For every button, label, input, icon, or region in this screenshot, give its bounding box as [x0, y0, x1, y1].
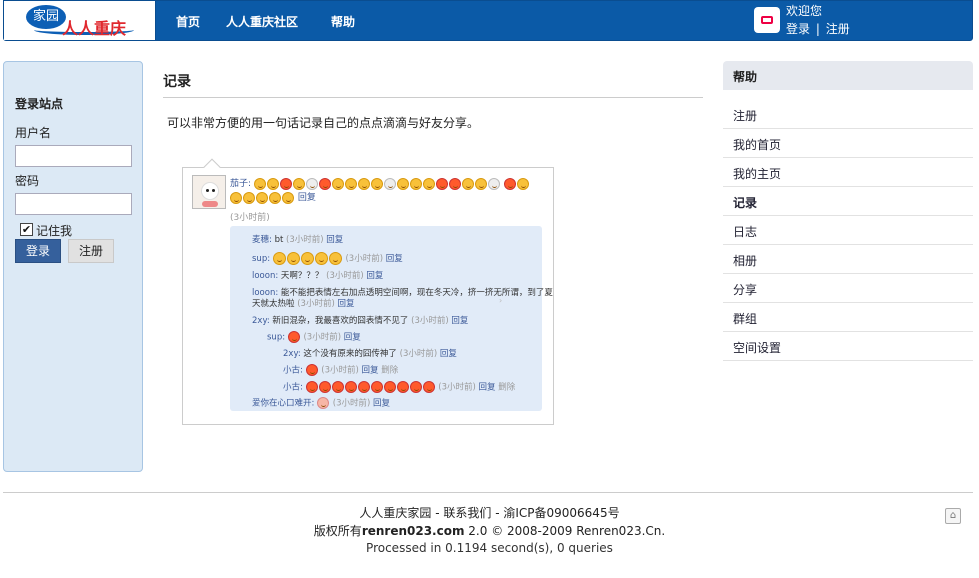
example-screenshot: 茄子: 回复 (3小时前) 麦穗: bt (3小时前) 回复 sup: (3小时… — [182, 158, 554, 425]
footer-copyright: 版权所有renren023.com 2.0 © 2008-2009 Renren… — [313, 524, 666, 538]
top-header: 家园 人人重庆 首页 人人重庆社区 帮助 欢迎您 登录 | 注册 — [3, 0, 973, 41]
comment-row-cont: 天就太热啦 (3小时前) 回复 — [252, 299, 355, 309]
app-icon — [754, 7, 780, 33]
help-item-my-page[interactable]: 我的主页 — [723, 158, 973, 187]
footer-divider — [3, 492, 973, 493]
help-item-my-home[interactable]: 我的首页 — [723, 129, 973, 158]
comment-row: sup: (3小时前) 回复 — [267, 331, 361, 343]
post-time: (3小时前) — [230, 213, 270, 223]
comment-row: 麦穗: bt (3小时前) 回复 — [252, 235, 344, 245]
title-divider — [163, 97, 703, 98]
logo-brand-text: 人人重庆 — [62, 19, 127, 38]
password-label: 密码 — [15, 174, 40, 188]
footer-processed: Processed in 0.1194 second(s), 0 queries — [366, 541, 613, 555]
comment-row: 爱你在心口难开: (3小时前) 回复 — [252, 397, 391, 409]
login-button[interactable]: 登录 — [15, 239, 61, 263]
help-item-album[interactable]: 相册 — [723, 245, 973, 274]
comment-row: 2xy: 这个没有原来的囧传神了 (3小时前) 回复 — [283, 349, 457, 359]
login-panel: 登录站点 用户名 密码 ✔ 记住我 登录 注册 — [3, 61, 143, 472]
header-register-link[interactable]: 注册 — [826, 22, 850, 36]
page-title: 记录 — [163, 74, 191, 90]
nav-home[interactable]: 首页 — [176, 13, 200, 30]
welcome-text: 欢迎您 — [786, 4, 823, 18]
comment-row: 小古: (3小时前) 回复 删除 — [283, 381, 516, 393]
help-item-register[interactable]: 注册 — [723, 100, 973, 129]
help-item-blog[interactable]: 日志 — [723, 216, 973, 245]
scroll-indicator: › — [499, 296, 503, 305]
header-login-link[interactable]: 登录 — [786, 22, 810, 36]
post-author: 茄子: — [230, 179, 252, 189]
auth-links: 登录 | 注册 — [786, 20, 850, 37]
comment-row: sup: (3小时前) 回复 — [252, 252, 403, 265]
comment-row: looon: 天啊？？？ (3小时前) 回复 — [252, 271, 384, 281]
sample-post: 茄子: 回复 — [230, 177, 530, 205]
page-description: 可以非常方便的用一句话记录自己的点点滴滴与好友分享。 — [167, 116, 480, 130]
post-reply-link[interactable]: 回复 — [298, 193, 316, 203]
footer-links: 人人重庆家园 - 联系我们 - 渝ICP备09006645号 — [359, 506, 620, 520]
card-notch — [203, 158, 221, 176]
auth-separator: | — [815, 22, 820, 36]
nav-help[interactable]: 帮助 — [331, 13, 355, 30]
password-input[interactable] — [15, 193, 132, 215]
avatar — [192, 175, 226, 209]
back-to-top-icon[interactable]: ⌂ — [945, 508, 961, 524]
help-item-groups[interactable]: 群组 — [723, 303, 973, 332]
help-item-records[interactable]: 记录 — [723, 187, 973, 216]
help-item-share[interactable]: 分享 — [723, 274, 973, 303]
help-item-space-settings[interactable]: 空间设置 — [723, 332, 973, 361]
username-label: 用户名 — [15, 126, 52, 140]
username-input[interactable] — [15, 145, 132, 167]
comment-row: 2xy: 新旧混杂，我最喜欢的囧表情不见了 (3小时前) 回复 — [252, 316, 469, 326]
nav-community[interactable]: 人人重庆社区 — [226, 13, 298, 30]
help-title: 帮助 — [723, 61, 973, 90]
comment-thread: 麦穗: bt (3小时前) 回复 sup: (3小时前) 回复 looon: 天… — [230, 226, 553, 411]
site-logo[interactable]: 家园 人人重庆 — [4, 1, 156, 40]
comment-row: 小古: (3小时前) 回复 删除 — [283, 364, 399, 376]
remember-checkbox[interactable]: ✔ — [20, 223, 33, 236]
register-button[interactable]: 注册 — [68, 239, 114, 263]
login-title: 登录站点 — [15, 97, 64, 111]
remember-label: 记住我 — [36, 224, 73, 238]
